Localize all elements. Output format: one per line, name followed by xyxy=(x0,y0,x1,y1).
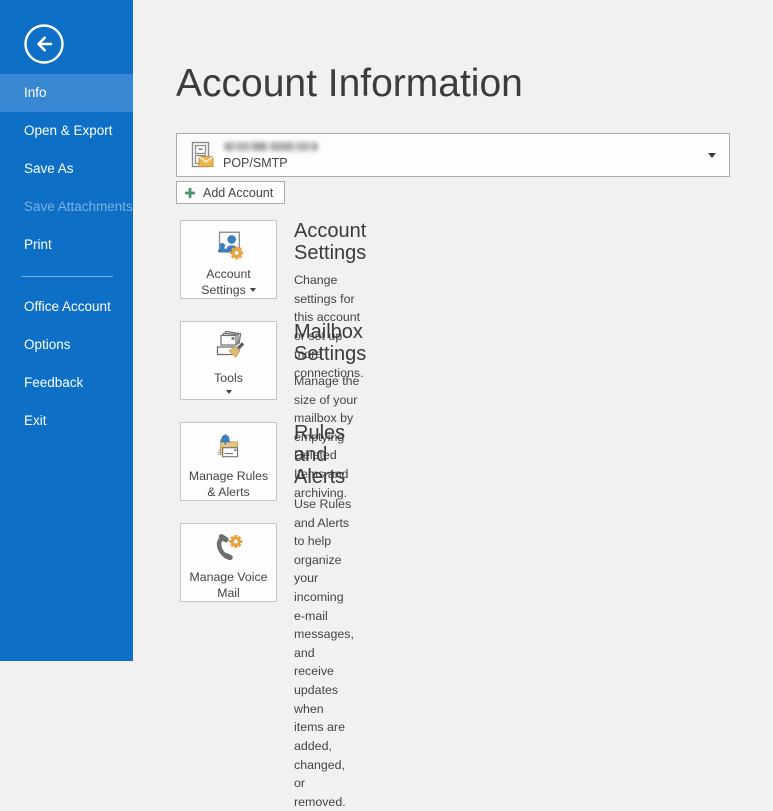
plus-icon xyxy=(184,187,196,199)
outlook-backstage-view: Info Open & Export Save As Save Attachme… xyxy=(0,0,773,661)
dropdown-caret-icon xyxy=(250,288,256,292)
sidebar-item-print[interactable]: Print xyxy=(0,226,133,264)
account-information-pane: Account Information POP/SMTP xyxy=(133,0,773,661)
manage-voice-mail-button[interactable]: Manage Voice Mail xyxy=(180,523,277,602)
mailbox-cleanup-tools-icon xyxy=(212,331,246,365)
voice-mail-icon xyxy=(212,533,246,564)
sidebar-item-open-export[interactable]: Open & Export xyxy=(0,112,133,150)
tools-button-label: Tools xyxy=(214,371,243,385)
add-account-label: Add Account xyxy=(203,186,273,200)
account-file-cabinet-icon xyxy=(186,140,218,172)
manage-rules-alerts-button-label: Manage Rules & Alerts xyxy=(189,469,268,499)
account-email-redacted xyxy=(224,142,318,151)
section-heading-rules-alerts: Rules and Alerts xyxy=(294,422,354,488)
sidebar-item-save-as[interactable]: Save As xyxy=(0,150,133,188)
account-settings-button[interactable]: Account Settings xyxy=(180,220,277,299)
account-dropdown[interactable]: POP/SMTP xyxy=(176,133,730,177)
section-heading-mailbox-settings: Mailbox Settings xyxy=(294,321,366,365)
section-heading-account-settings: Account Settings xyxy=(294,220,366,264)
backstage-menu: Info Open & Export Save As Save Attachme… xyxy=(0,74,133,440)
sidebar-item-info[interactable]: Info xyxy=(0,74,133,112)
sidebar-item-office-account[interactable]: Office Account xyxy=(0,288,133,326)
mailbox-cleanup-tools-button[interactable]: Tools xyxy=(180,321,277,400)
manage-rules-alerts-button[interactable]: Manage Rules & Alerts xyxy=(180,422,277,501)
page-title: Account Information xyxy=(176,62,523,106)
backstage-sidebar: Info Open & Export Save As Save Attachme… xyxy=(0,0,133,661)
manage-voice-mail-button-label: Manage Voice Mail xyxy=(190,570,268,600)
dropdown-caret-icon xyxy=(226,390,232,394)
sidebar-divider xyxy=(21,276,113,277)
section-desc-rules-alerts: Use Rules and Alerts to help organize yo… xyxy=(294,495,354,811)
account-type-label: POP/SMTP xyxy=(223,156,288,170)
add-account-button[interactable]: Add Account xyxy=(176,181,285,204)
sidebar-item-options[interactable]: Options xyxy=(0,326,133,364)
sidebar-item-exit[interactable]: Exit xyxy=(0,402,133,440)
sidebar-item-save-attachments: Save Attachments xyxy=(0,188,133,226)
account-settings-icon xyxy=(212,230,246,261)
dropdown-caret-icon xyxy=(708,153,716,158)
rules-and-alerts-icon xyxy=(212,432,246,463)
account-settings-button-label: Account Settings xyxy=(201,267,250,297)
back-arrow-icon xyxy=(23,23,65,65)
sidebar-item-feedback[interactable]: Feedback xyxy=(0,364,133,402)
back-button[interactable] xyxy=(23,23,65,65)
